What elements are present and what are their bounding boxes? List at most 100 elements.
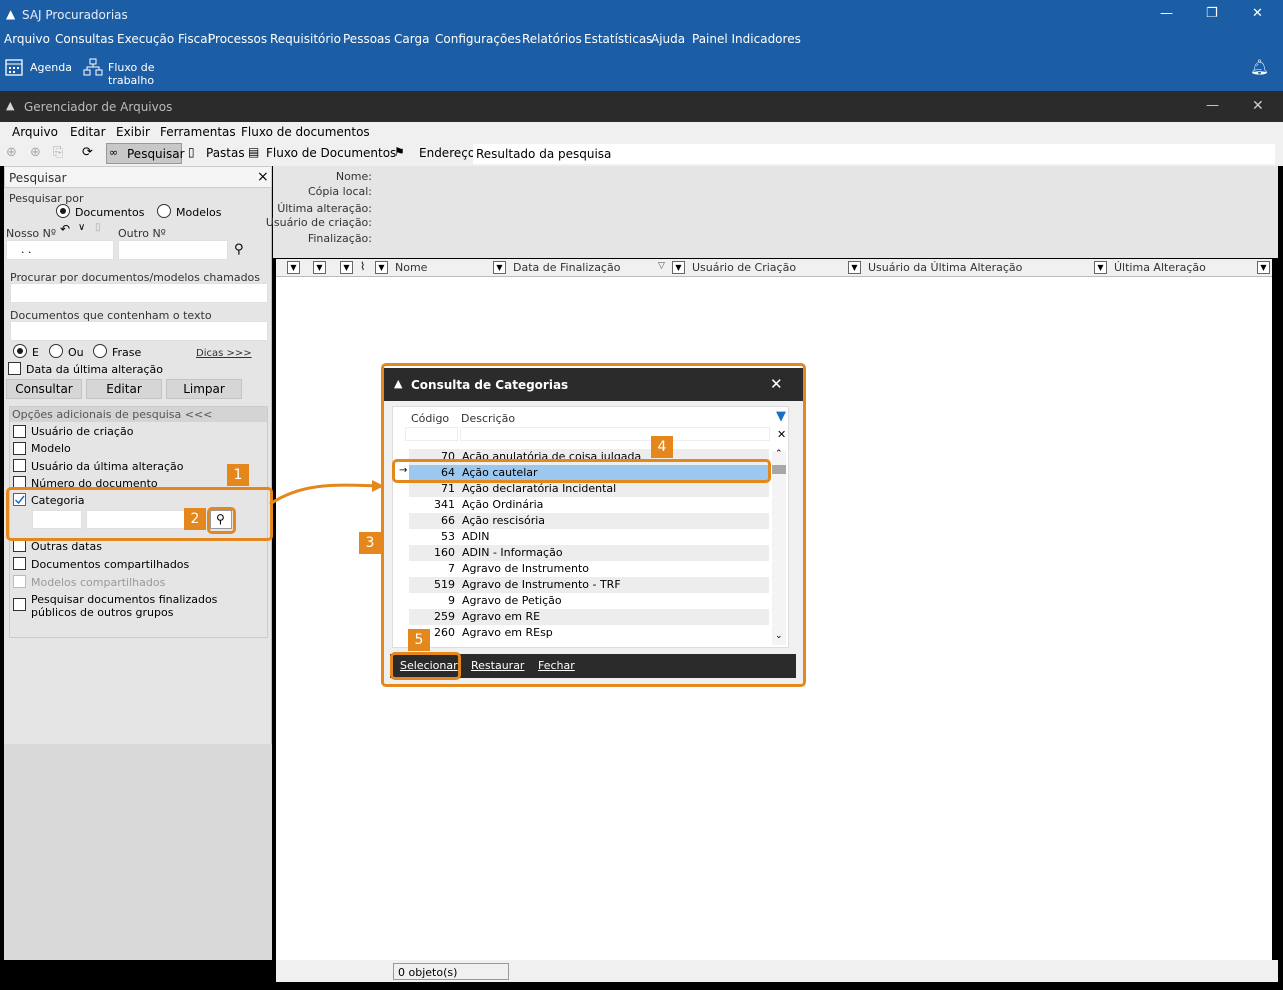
menu-ajuda[interactable]: Ajuda (651, 32, 685, 46)
menu-relatorios[interactable]: Relatórios (522, 32, 582, 46)
agenda-button[interactable]: Agenda (4, 58, 74, 80)
endereco-field[interactable]: Resultado da pesquisa (473, 144, 1275, 164)
pastas-button[interactable]: Pastas (206, 146, 245, 160)
col-data-finalizacao[interactable]: Data de Finalização (513, 261, 620, 274)
checkbox-data-ultima[interactable] (8, 362, 21, 375)
e-label: E (32, 346, 39, 359)
radio-documentos[interactable] (56, 204, 70, 218)
pesquisar-por-label: Pesquisar por (9, 192, 84, 205)
col-dropdown-nome[interactable]: ▼ (493, 261, 506, 274)
chevron-down-icon[interactable]: ∨ (78, 222, 85, 233)
panel-close-icon[interactable]: × (257, 169, 269, 185)
new-model-icon[interactable]: ⊕ (30, 145, 41, 160)
status-count: 0 objeto(s) (398, 966, 458, 979)
modelos-compartilhados-label: Modelos compartilhados (31, 576, 166, 589)
inner-menubar: Arquivo Editar Exibir Ferramentas Fluxo … (0, 122, 1283, 142)
minimize-icon[interactable]: — (1160, 6, 1173, 21)
menu-arquivo[interactable]: Arquivo (4, 32, 50, 46)
limpar-button[interactable]: Limpar (166, 379, 242, 399)
folder-icon: ▯ (188, 145, 195, 159)
checkbox-docs-compartilhados[interactable] (13, 557, 26, 570)
nosso-no-input[interactable]: . . (6, 240, 114, 260)
menu-consultas[interactable]: Consultas (55, 32, 114, 46)
texto-input[interactable] (10, 321, 268, 341)
checkbox-publicos[interactable] (13, 598, 26, 611)
grid-header: ▼ ▼ ▼ ⌇ ▼ Nome ▼ Data de Finalização ▽ ▼… (276, 259, 1272, 277)
imenu-arquivo[interactable]: Arquivo (12, 125, 58, 139)
small-doc-icon[interactable]: ▯ (95, 222, 101, 233)
annotation-number-2: 2 (184, 508, 206, 530)
app-toolbar: Agenda Fluxo de trabalho 🔔︎ (0, 50, 1283, 91)
col-dropdown-ultima[interactable]: ▼ (1257, 261, 1270, 274)
copy-icon[interactable]: ⎘ (53, 145, 63, 160)
close-icon[interactable]: ✕ (1252, 6, 1263, 21)
col-dropdown-3[interactable]: ▼ (340, 261, 353, 274)
fluxo-trabalho-button[interactable]: Fluxo de trabalho (82, 58, 202, 87)
checkbox-modelo[interactable] (13, 442, 26, 455)
search-icon[interactable]: ⚲ (234, 242, 244, 257)
imenu-exibir[interactable]: Exibir (116, 125, 150, 139)
opcoes-header[interactable]: Opções adicionais de pesquisa <<< (10, 407, 267, 422)
imenu-editar[interactable]: Editar (70, 125, 106, 139)
col-dropdown-data[interactable]: ▼ (672, 261, 685, 274)
opcoes-header-label: Opções adicionais de pesquisa <<< (12, 408, 213, 421)
imenu-ferramentas[interactable]: Ferramentas (160, 125, 236, 139)
menu-execucao-fiscal[interactable]: Execução Fiscal (117, 32, 211, 46)
radio-ou[interactable] (49, 344, 63, 358)
checkbox-usuario-ultima[interactable] (13, 459, 26, 472)
consultar-button[interactable]: Consultar (6, 379, 82, 399)
bell-icon[interactable]: 🔔︎ (1250, 58, 1269, 76)
ou-label: Ou (68, 346, 84, 359)
procurar-input[interactable] (10, 283, 268, 303)
documentos-label: Documentos (75, 206, 145, 219)
dicas-link[interactable]: Dicas >>> (196, 348, 252, 359)
inner-minimize-icon[interactable]: — (1206, 98, 1219, 113)
pin-icon: ⚑ (394, 145, 405, 159)
menu-processos[interactable]: Processos (208, 32, 267, 46)
inner-close-icon[interactable]: ✕ (1252, 98, 1264, 114)
radio-e[interactable] (13, 344, 27, 358)
inner-logo-icon: ▲ (6, 99, 15, 112)
col-usuario-criacao[interactable]: Usuário de Criação (692, 261, 796, 274)
fluxo-documentos-button[interactable]: Fluxo de Documentos (266, 146, 396, 160)
menu-configuracoes[interactable]: Configurações (435, 32, 521, 46)
inner-toolbar: ⊕ ⊕ ⎘ ⟳ ∞ Pesquisar ▯ Pastas ▤ Fluxo de … (0, 142, 1283, 166)
pesquisar-toggle[interactable]: ∞ Pesquisar (106, 143, 185, 164)
menu-estatisticas[interactable]: Estatísticas (584, 32, 652, 46)
app-titlebar: ▲ SAJ Procuradorias — ❐ ✕ (0, 0, 1283, 29)
menu-requisitorio[interactable]: Requisitório (270, 32, 341, 46)
radio-frase[interactable] (93, 344, 107, 358)
col-dropdown-usuario[interactable]: ▼ (848, 261, 861, 274)
col-dropdown-4[interactable]: ▼ (375, 261, 388, 274)
checkbox-usuario-criacao[interactable] (13, 425, 26, 438)
status-count-box: 0 objeto(s) (393, 963, 509, 980)
col-dropdown-1[interactable]: ▼ (287, 261, 300, 274)
sort-icon: ▽ (658, 261, 665, 271)
undo-icon[interactable]: ↶ (60, 222, 70, 236)
search-panel-header: Pesquisar × (4, 166, 272, 188)
inner-title: Gerenciador de Arquivos (24, 100, 173, 114)
restore-icon[interactable]: ❐ (1206, 6, 1218, 21)
usuario-criacao-label: Usuário de criação (31, 425, 134, 438)
left-panel-lower (4, 744, 272, 960)
menu-pessoas[interactable]: Pessoas (343, 32, 391, 46)
col-nome[interactable]: Nome (395, 261, 427, 274)
nosso-no-label: Nosso Nº (6, 227, 57, 240)
col-dropdown-2[interactable]: ▼ (313, 261, 326, 274)
annotation-box-5 (390, 652, 461, 680)
new-doc-icon[interactable]: ⊕ (6, 145, 17, 160)
menu-carga[interactable]: Carga (394, 32, 429, 46)
nosso-no-value: . . (21, 243, 32, 256)
editar-button[interactable]: Editar (86, 379, 162, 399)
col-ultima-alteracao[interactable]: Última Alteração (1114, 261, 1206, 274)
col-dropdown-usuario-ultima[interactable]: ▼ (1094, 261, 1107, 274)
outro-no-label: Outro Nº (118, 227, 166, 240)
data-ultima-label: Data da última alteração (26, 363, 163, 376)
imenu-fluxo-documentos[interactable]: Fluxo de documentos (241, 125, 370, 139)
usuario-ultima-label: Usuário da última alteração (31, 460, 184, 473)
outro-no-input[interactable] (118, 240, 228, 260)
menu-painel-indicadores[interactable]: Painel Indicadores (692, 32, 801, 46)
refresh-icon[interactable]: ⟳ (82, 145, 93, 160)
radio-modelos[interactable] (157, 204, 171, 218)
col-usuario-ultima[interactable]: Usuário da Última Alteração (868, 261, 1022, 274)
